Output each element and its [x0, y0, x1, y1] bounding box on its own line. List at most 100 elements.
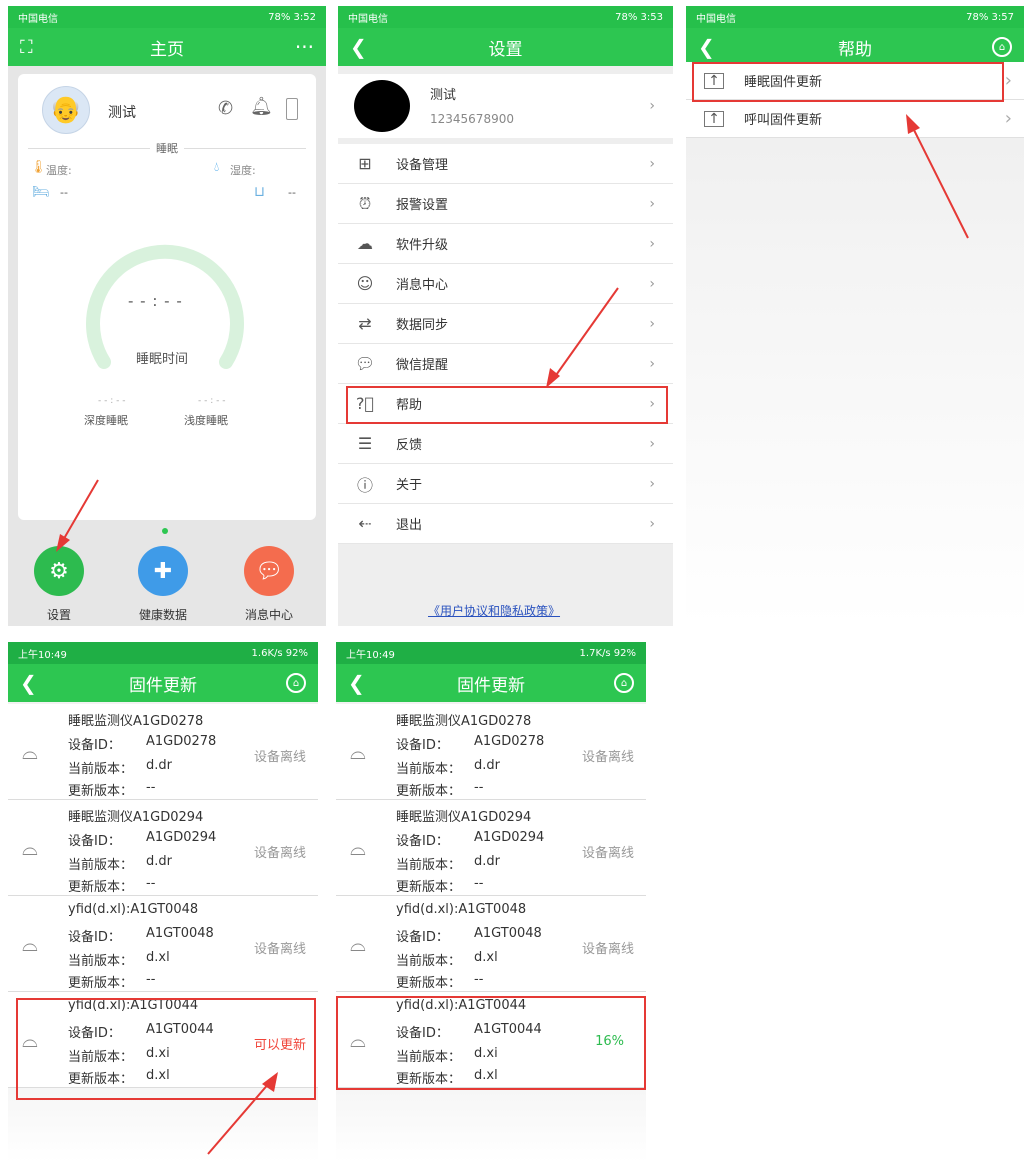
grid-icon: ⊞ [358, 154, 372, 173]
device-row[interactable]: ⌓ 睡眠监测仪A1GD0294 设备ID： A1GD0294 当前版本： d.dr … [8, 800, 318, 896]
update-version-label: 更新版本： [396, 976, 462, 991]
home-button[interactable]: ⌂ [286, 664, 306, 702]
device-row[interactable]: ⌓ 睡眠监测仪A1GD0278 设备ID： A1GD0278 当前版本： d.dr … [8, 704, 318, 800]
device-icon: ⌓ [22, 836, 38, 860]
back-button[interactable]: ❮ [350, 28, 367, 66]
menu-label: 反馈 [396, 438, 423, 453]
home-icon: ⌂ [614, 673, 634, 693]
menu-item-message-center[interactable]: ☺ 消息中心 › [338, 264, 673, 304]
update-version-value: -- [474, 780, 484, 795]
gauge-time: - - : - - [128, 292, 183, 310]
current-version-value: d.dr [146, 758, 172, 773]
menu-label: 软件升级 [396, 238, 449, 253]
bed-icon: 🛏︎ [32, 184, 50, 200]
current-version-label: 当前版本： [68, 762, 134, 777]
menu-label: 消息中心 [396, 278, 449, 293]
gear-icon: ⚙ [49, 558, 69, 584]
menu-item-alarm-settings[interactable]: ⏰︎ 报警设置 › [338, 184, 673, 224]
settings-screen: 中国电信 78% 3:53 ❮ 设置 测试 12345678900 › ⊞ 设备管… [338, 6, 673, 626]
avatar[interactable]: 👴 [42, 86, 90, 134]
device-id-label: 设备ID： [68, 834, 121, 849]
dock-label-messages: 消息中心 [244, 608, 293, 622]
device-id-value: A1GD0294 [474, 830, 545, 845]
call-icon[interactable]: ✆ [218, 98, 233, 119]
chevron-right-icon: › [649, 515, 655, 532]
home-screen: 中国电信 78% 3:52 ⛶ 主页 ··· 👴 测试 ✆ 🔔︎ 睡眠 🌡︎ 温… [8, 6, 326, 626]
chevron-right-icon: › [649, 435, 655, 452]
cloud-upload-icon: ☁ [357, 234, 373, 253]
current-version-value: d.dr [146, 854, 172, 869]
device-row[interactable]: ⌓ 睡眠监测仪A1GD0278 设备ID： A1GD0278 当前版本： d.dr … [336, 704, 646, 800]
menu-item-wechat-reminder[interactable]: 💬︎ 微信提醒 › [338, 344, 673, 384]
remote-icon[interactable] [286, 98, 298, 120]
carrier-text: 中国电信 [18, 13, 58, 25]
device-status: 设备离线 [581, 750, 634, 765]
chevron-right-icon: › [649, 235, 655, 252]
chevron-right-icon: › [649, 275, 655, 292]
scan-icon[interactable]: ⛶ [20, 28, 33, 66]
home-icon: ⌂ [992, 37, 1012, 57]
status-bar: 中国电信 78% 3:53 [338, 6, 673, 28]
device-id-label: 设备ID： [396, 738, 449, 753]
health-data-button[interactable]: ✚ [138, 546, 188, 596]
device-row[interactable]: ⌓ yfid(d.xl):A1GT0048 设备ID： A1GT0048 当前版本… [8, 896, 318, 992]
back-button[interactable]: ❮ [698, 28, 715, 66]
bell-icon[interactable]: 🔔︎ [250, 96, 273, 117]
menu-item-data-sync[interactable]: ⇄ 数据同步 › [338, 304, 673, 344]
device-name: yfid(d.xl):A1GT0048 [68, 902, 199, 917]
device-id-value: A1GD0278 [146, 734, 217, 749]
menu-item-feedback[interactable]: ☰ 反馈 › [338, 424, 673, 464]
device-row[interactable]: ⌓ 睡眠监测仪A1GD0294 设备ID： A1GD0294 当前版本： d.dr … [336, 800, 646, 896]
device-id-value: A1GD0278 [474, 734, 545, 749]
info-icon: ⓘ [356, 475, 373, 495]
menu-item-software-upgrade[interactable]: ☁ 软件升级 › [338, 224, 673, 264]
device-row[interactable]: ⌓ yfid(d.xl):A1GT0048 设备ID： A1GT0048 当前版本… [336, 896, 646, 992]
firmware-update-screen-right: 上午10:49 1.7K/s 92% ❮ 固件更新 ⌂ ⌓ 睡眠监测仪A1GD0… [336, 642, 646, 1162]
deep-sleep-value: - - : - - [98, 396, 126, 406]
bed-empty-icon: ⊔ [254, 184, 265, 200]
page-title: 帮助 [838, 39, 872, 60]
device-icon: ⌓ [22, 740, 38, 764]
page-title: 固件更新 [457, 675, 525, 696]
menu-item-device-management[interactable]: ⊞ 设备管理 › [338, 144, 673, 184]
update-version-label: 更新版本： [68, 784, 134, 799]
menu-item-logout[interactable]: ⇠ 退出 › [338, 504, 673, 544]
nav-bar: ❮ 帮助 ⌂ [686, 28, 1024, 66]
chevron-right-icon: › [649, 315, 655, 332]
home-button[interactable]: ⌂ [992, 28, 1012, 66]
profile-name: 测试 [430, 88, 457, 103]
chat-icon: 💬︎ [255, 558, 283, 584]
page-title: 固件更新 [129, 675, 197, 696]
back-button[interactable]: ❮ [20, 664, 37, 702]
light-sleep-value: - - : - - [198, 396, 226, 406]
device-status: 设备离线 [253, 750, 306, 765]
avatar [354, 80, 410, 132]
update-version-value: -- [146, 972, 156, 987]
status-bar: 上午10:49 1.7K/s 92% [336, 642, 646, 664]
current-version-label: 当前版本： [396, 954, 462, 969]
more-button[interactable]: ··· [295, 28, 314, 66]
current-version-value: d.xl [146, 950, 170, 965]
home-button[interactable]: ⌂ [614, 664, 634, 702]
medkit-icon: ✚ [153, 558, 173, 584]
chevron-right-icon: › [649, 155, 655, 172]
profile-row[interactable]: 测试 12345678900 › [338, 74, 673, 138]
update-version-label: 更新版本： [396, 880, 462, 895]
menu-item-about[interactable]: ⓘ 关于 › [338, 464, 673, 504]
device-icon: ⌓ [350, 836, 366, 860]
highlight-box [16, 998, 316, 1100]
privacy-policy-link[interactable]: 《用户协议和隐私政策》 [428, 602, 560, 619]
nav-bar: ❮ 固件更新 ⌂ [336, 664, 646, 702]
humidity-label: 湿度: [230, 164, 256, 177]
update-version-value: -- [474, 876, 484, 891]
help-item-call-firmware[interactable]: ↑ 呼叫固件更新 › [686, 100, 1024, 138]
message-center-button[interactable]: 💬︎ [244, 546, 294, 596]
status-right: 78% 3:53 [615, 11, 663, 23]
chevron-right-icon: › [1004, 70, 1012, 91]
chevron-right-icon: › [649, 355, 655, 372]
help-screen: 中国电信 78% 3:57 ❮ 帮助 ⌂ ↑ 睡眠固件更新 › ↑ 呼叫固件更新… [686, 6, 1024, 626]
back-button[interactable]: ❮ [348, 664, 365, 702]
settings-button[interactable]: ⚙ [34, 546, 84, 596]
dock-label-health: 健康数据 [138, 608, 187, 622]
message-icon: ☺ [356, 274, 374, 293]
